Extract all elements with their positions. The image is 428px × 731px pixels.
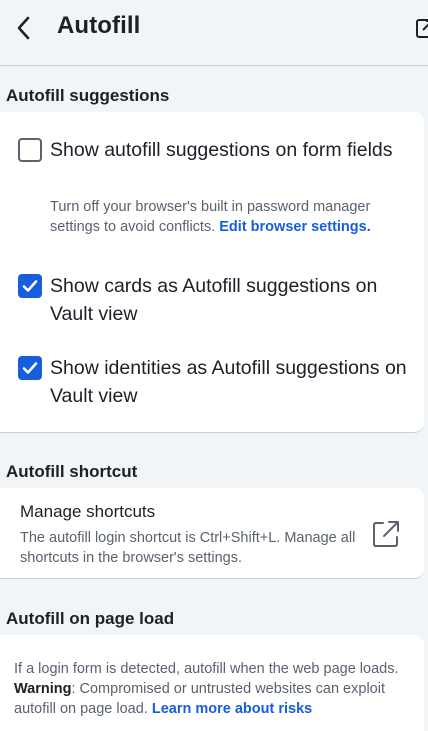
checkmark-icon	[22, 280, 38, 292]
section-heading-suggestions: Autofill suggestions	[6, 86, 170, 105]
page-load-card: If a login form is detected, autofill wh…	[0, 635, 424, 731]
option-label: Show cards as Autofill suggestions on Va…	[50, 275, 378, 325]
checkbox-form-fields[interactable]	[18, 138, 42, 162]
page-header: Autofill	[0, 0, 428, 66]
option-label: Show autofill suggestions on form fields	[50, 139, 393, 161]
manage-shortcuts-row[interactable]: Manage shortcuts The autofill login shor…	[0, 488, 424, 579]
section-heading-shortcut: Autofill shortcut	[6, 462, 138, 481]
page-load-description: If a login form is detected, autofill wh…	[14, 659, 418, 719]
back-button[interactable]	[10, 14, 38, 42]
page-load-text: If a login form is detected, autofill wh…	[14, 661, 399, 677]
section-heading-page-load: Autofill on page load	[6, 609, 175, 628]
manage-shortcuts-title: Manage shortcuts	[20, 502, 156, 521]
checkmark-icon	[22, 362, 38, 374]
option-show-cards[interactable]: Show cards as Autofill suggestions on Va…	[18, 272, 408, 328]
learn-more-risks-link[interactable]: Learn more about risks	[152, 701, 312, 717]
external-link-icon	[373, 521, 399, 547]
manage-shortcuts-link-button[interactable]	[370, 518, 402, 550]
option-form-fields[interactable]: Show autofill suggestions on form fields	[18, 136, 408, 164]
checkbox-show-identities[interactable]	[18, 356, 42, 380]
popout-button[interactable]	[414, 15, 428, 41]
chevron-left-icon	[17, 16, 30, 40]
suggestions-card: Show autofill suggestions on form fields…	[0, 112, 424, 433]
page-title: Autofill	[57, 12, 141, 39]
checkbox-show-cards[interactable]	[18, 274, 42, 298]
edit-browser-settings-link[interactable]: Edit browser settings.	[219, 219, 370, 235]
warning-label: Warning	[14, 681, 72, 697]
popout-icon	[416, 19, 428, 38]
browser-settings-hint: Turn off your browser's built in passwor…	[50, 197, 410, 237]
option-show-identities[interactable]: Show identities as Autofill suggestions …	[18, 354, 408, 410]
option-label: Show identities as Autofill suggestions …	[50, 357, 407, 407]
manage-shortcuts-description: The autofill login shortcut is Ctrl+Shif…	[20, 530, 356, 566]
